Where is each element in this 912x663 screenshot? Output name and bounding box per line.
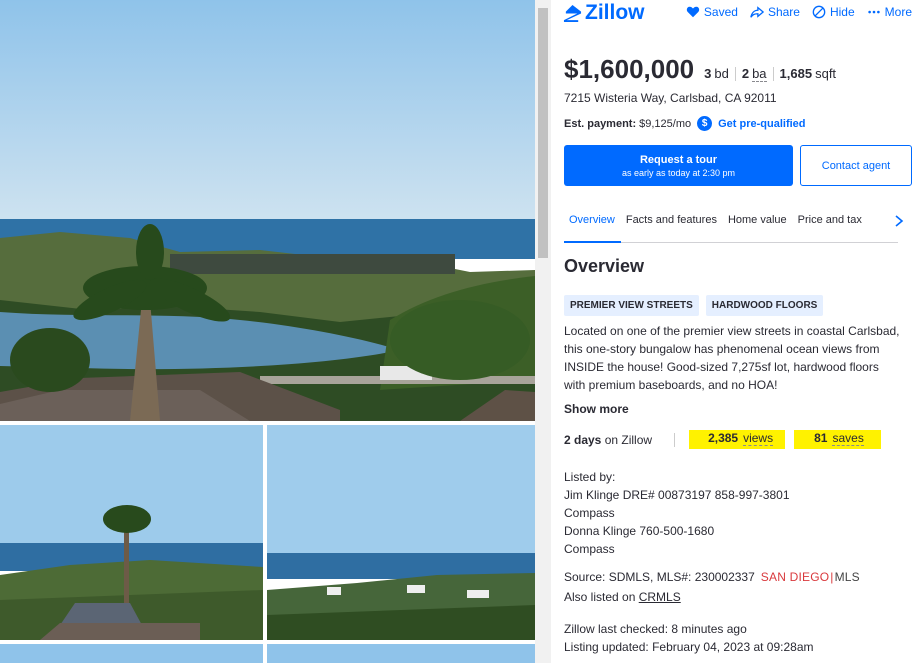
zillow-logo-text: Zillow (585, 1, 645, 24)
days-on-zillow: 2 days on Zillow (564, 433, 652, 447)
detail-tabs: Overview Facts and features Home value P… (564, 205, 904, 243)
tab-price-and-tax[interactable]: Price and tax (793, 205, 868, 243)
source-text: Source: SDMLS, MLS#: 230002337 (564, 570, 755, 584)
listed-by-line: Compass (564, 542, 615, 556)
listing-address: 7215 Wisteria Way, Carlsbad, CA 92011 (564, 91, 777, 105)
days-suffix: on Zillow (604, 432, 653, 447)
share-icon (750, 6, 764, 18)
hide-label: Hide (829, 5, 855, 19)
zillow-logo-icon (563, 4, 582, 22)
last-checked: Zillow last checked: 8 minutes ago (564, 622, 747, 636)
listing-photo-2[interactable] (0, 425, 263, 640)
share-label: Share (767, 5, 800, 19)
sdmls-logo-sd: SAN DIEGO (760, 570, 830, 584)
payment-row: Est. payment: $9,125/mo $ Get pre-qualif… (564, 116, 806, 131)
stats-divider (674, 432, 676, 447)
listing-photo-3[interactable] (267, 425, 535, 640)
sqft-value: 1,685 (779, 66, 813, 81)
get-prequalified-link[interactable]: Get pre-qualified (718, 118, 805, 130)
tab-home-value[interactable]: Home value (723, 205, 793, 243)
gallery-scrollbar[interactable] (535, 0, 551, 663)
listed-by-line: Jim Klinge DRE# 00873197 858-997-3801 (564, 488, 790, 502)
show-more-button[interactable]: Show more (564, 402, 629, 416)
views-label: views (743, 431, 774, 446)
more-icon (867, 10, 880, 14)
home-facts: 3 bd 2 ba 1,685 sqft (704, 66, 836, 82)
listing-photo-5[interactable] (267, 644, 535, 663)
listed-by-line: Compass (564, 506, 615, 520)
listing-photo-4[interactable] (0, 644, 263, 663)
views-stat[interactable]: 2,385 views (689, 430, 786, 449)
listing-stats: 2 days on Zillow 2,385 views 81 saves (564, 430, 881, 449)
feature-chips: PREMIER VIEW STREETS HARDWOOD FLOORS (564, 295, 830, 316)
listing-price: $1,600,000 (564, 54, 695, 84)
saves-stat[interactable]: 81 saves (794, 430, 881, 449)
hide-button[interactable]: Hide (812, 5, 855, 19)
saved-button[interactable]: Saved (686, 5, 738, 19)
views-value: 2,385 (708, 431, 739, 445)
tab-facts-and-features[interactable]: Facts and features (621, 205, 723, 243)
main-listing-photo[interactable] (0, 0, 535, 421)
feature-chip: PREMIER VIEW STREETS (564, 295, 699, 316)
crmls-link[interactable]: CRMLS (639, 590, 681, 604)
baths-fact[interactable]: 2 ba (742, 66, 767, 82)
sdmls-logo: SAN DIEGO|MLS (760, 570, 860, 584)
dollar-icon: $ (697, 116, 713, 131)
zillow-logo[interactable]: Zillow (563, 1, 645, 25)
payment-label: Est. payment: (564, 117, 637, 130)
fact-divider (772, 67, 774, 81)
source-row: Source: SDMLS, MLS#: 230002337 SAN DIEGO… (564, 570, 860, 584)
saves-value: 81 (814, 431, 828, 445)
top-bar: Zillow Saved Share Hide More (563, 0, 912, 26)
hide-icon (812, 5, 826, 19)
also-listed-row: Also listed on CRMLS (564, 590, 681, 604)
listing-details-panel: Zillow Saved Share Hide More $1,600,000 (551, 0, 912, 663)
top-actions: Saved Share Hide More (674, 5, 912, 19)
tab-overview[interactable]: Overview (564, 205, 621, 243)
beds-value: 3 (704, 66, 712, 81)
also-listed-prefix: Also listed on (564, 590, 636, 604)
overview-heading: Overview (564, 256, 645, 276)
price-row: $1,600,000 3 bd 2 ba 1,685 sqft (564, 54, 836, 85)
beds-unit: bd (714, 66, 729, 81)
listed-by-heading: Listed by: (564, 470, 616, 484)
sqft-unit: sqft (815, 66, 837, 81)
more-label: More (884, 5, 912, 19)
baths-value: 2 (741, 66, 750, 81)
share-button[interactable]: Share (750, 5, 800, 19)
contact-agent-button[interactable]: Contact agent (800, 145, 912, 186)
listing-updated: Listing updated: February 04, 2023 at 09… (564, 640, 814, 654)
listed-by-line: Donna Klinge 760-500-1680 (564, 524, 715, 538)
request-tour-sublabel: as early as today at 2:30 pm (621, 167, 736, 178)
listing-meta: Zillow last checked: 8 minutes ago Listi… (564, 620, 814, 656)
chevron-right-icon[interactable] (892, 213, 906, 229)
baths-unit: ba (752, 66, 767, 82)
request-tour-label: Request a tour (639, 153, 717, 166)
saves-label: saves (832, 431, 864, 446)
fact-divider (734, 67, 736, 81)
heart-icon (686, 6, 700, 18)
payment-value: $9,125/mo (639, 117, 692, 130)
request-tour-button[interactable]: Request a tour as early as today at 2:30… (564, 145, 793, 186)
more-button[interactable]: More (867, 5, 912, 19)
listed-by-section: Listed by: Jim Klinge DRE# 00873197 858-… (564, 468, 790, 558)
feature-chip: HARDWOOD FLOORS (705, 295, 824, 316)
saved-label: Saved (703, 5, 738, 19)
sqft-fact: 1,685 sqft (780, 66, 837, 81)
days-value: 2 days (564, 432, 602, 447)
sdmls-logo-mls: MLS (834, 570, 860, 584)
scrollbar-thumb[interactable] (538, 8, 548, 258)
photo-gallery (0, 0, 535, 663)
listing-description: Located on one of the premier view stree… (564, 324, 900, 392)
beds-fact: 3 bd (704, 66, 729, 81)
